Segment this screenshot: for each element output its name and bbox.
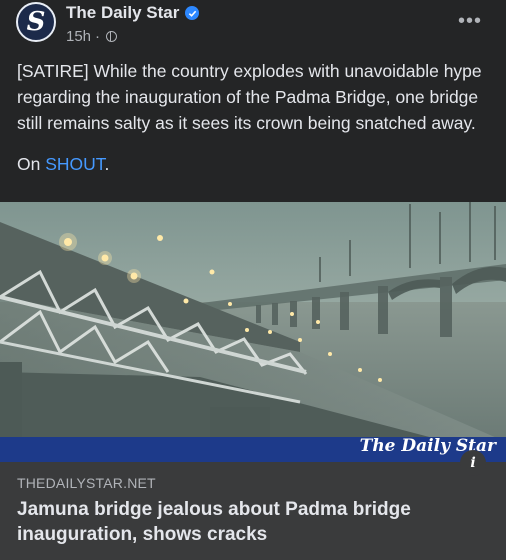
- post-time[interactable]: 15h: [66, 28, 91, 45]
- more-options-button[interactable]: •••: [458, 10, 482, 33]
- link-headline[interactable]: Jamuna bridge jealous about Padma bridge…: [17, 497, 487, 547]
- post-message: [SATIRE] While the country explodes with…: [17, 61, 482, 133]
- post-header: S The Daily Star 15h · •••: [0, 0, 506, 56]
- page-name: The Daily Star: [66, 3, 180, 22]
- post-text: [SATIRE] While the country explodes with…: [17, 58, 487, 192]
- page-avatar[interactable]: S: [16, 2, 56, 42]
- verified-badge-icon: [185, 6, 200, 20]
- bridge-photo: [0, 202, 506, 462]
- meta-separator: ·: [95, 28, 101, 45]
- post-image[interactable]: The Daily Star: [0, 202, 506, 462]
- globe-icon[interactable]: [106, 31, 118, 42]
- post-source-line: On SHOUT.: [17, 151, 487, 177]
- on-suffix: .: [104, 154, 110, 174]
- link-preview-card[interactable]: THEDAILYSTAR.NET Jamuna bridge jealous a…: [0, 462, 506, 560]
- shout-link[interactable]: SHOUT: [45, 154, 104, 174]
- post-meta: 15h ·: [66, 28, 118, 45]
- link-domain: THEDAILYSTAR.NET: [17, 475, 156, 491]
- facebook-post: S The Daily Star 15h · ••• [SATIRE] Whil…: [0, 0, 506, 560]
- on-prefix: On: [17, 154, 46, 174]
- info-icon[interactable]: i: [460, 450, 486, 476]
- page-name-link[interactable]: The Daily Star: [66, 3, 200, 23]
- daily-star-logo-icon: S: [26, 7, 46, 37]
